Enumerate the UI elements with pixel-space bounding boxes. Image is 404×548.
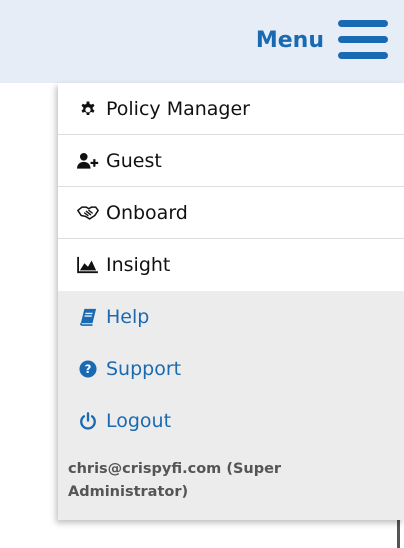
page-edge-divider bbox=[397, 520, 400, 548]
menu-item-onboard[interactable]: Onboard bbox=[58, 187, 404, 239]
menu-item-label: Guest bbox=[106, 149, 162, 172]
current-user-label: chris@crispyfi.com (Super Administrator) bbox=[68, 461, 282, 500]
handshake-icon bbox=[77, 202, 99, 224]
dropdown-menu: Policy Manager Guest Onboard Insight Hel… bbox=[58, 83, 404, 520]
hamburger-icon[interactable] bbox=[338, 18, 388, 62]
menu-item-policy-manager[interactable]: Policy Manager bbox=[58, 83, 404, 135]
menu-item-label: Onboard bbox=[106, 201, 188, 224]
gear-icon bbox=[77, 98, 99, 120]
menu-label: Menu bbox=[255, 27, 324, 53]
add-user-icon bbox=[77, 150, 99, 172]
menu-item-label: Support bbox=[106, 358, 182, 380]
menu-item-guest[interactable]: Guest bbox=[58, 135, 404, 187]
question-circle-icon: ? bbox=[77, 358, 99, 380]
menu-item-label: Help bbox=[106, 306, 150, 328]
menu-toggle-button[interactable]: Menu bbox=[256, 16, 388, 64]
menu-item-insight[interactable]: Insight bbox=[58, 239, 404, 291]
secondary-menu-section: Help ? Support Logout chris@crispyfi.com… bbox=[58, 291, 404, 520]
menu-item-label: Logout bbox=[106, 410, 172, 432]
book-icon bbox=[77, 306, 99, 328]
menu-item-logout[interactable]: Logout bbox=[58, 395, 404, 447]
svg-text:?: ? bbox=[85, 362, 92, 376]
area-chart-icon bbox=[77, 254, 99, 276]
top-bar: Menu bbox=[0, 0, 404, 83]
menu-item-label: Policy Manager bbox=[106, 97, 250, 120]
power-icon bbox=[77, 410, 99, 432]
menu-item-support[interactable]: ? Support bbox=[58, 343, 404, 395]
menu-item-label: Insight bbox=[106, 254, 171, 276]
menu-item-help[interactable]: Help bbox=[58, 291, 404, 343]
